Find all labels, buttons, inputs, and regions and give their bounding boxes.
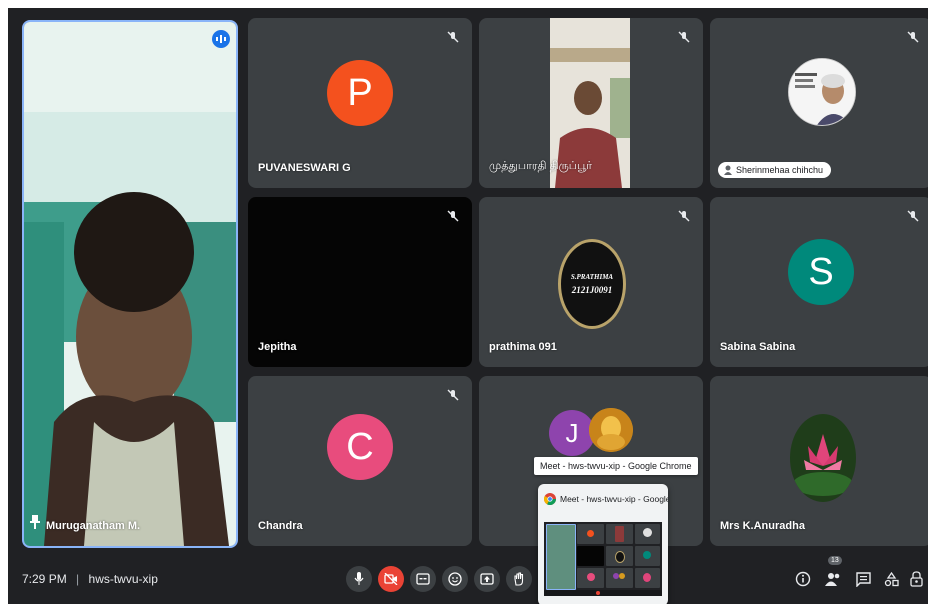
mic-off-icon — [447, 31, 459, 43]
chrome-icon — [543, 492, 556, 506]
microphone-icon — [354, 572, 364, 585]
present-button[interactable] — [474, 566, 500, 592]
info-icon — [795, 571, 811, 587]
mic-off-icon — [678, 210, 690, 222]
chat-button[interactable] — [854, 570, 872, 588]
account-icon — [724, 165, 732, 175]
participant-tile-anuradha[interactable]: Mrs K.Anuradha — [710, 376, 928, 546]
avatar: S — [788, 239, 854, 305]
avatar: C — [327, 414, 393, 480]
meet-window: Muruganatham M. P PUVANESWARI G முத்துபா… — [8, 8, 928, 604]
emoji-icon — [448, 572, 462, 586]
avatar: J — [549, 410, 595, 456]
reactions-button[interactable] — [442, 566, 468, 592]
participant-tile-muthubharathi[interactable]: முத்துபாரதி திருப்பூர் — [479, 18, 703, 188]
avatar: P — [327, 60, 393, 126]
mic-off-icon — [907, 210, 919, 222]
participant-name: Muruganatham M. — [46, 520, 141, 532]
mic-off-icon — [447, 389, 459, 401]
camera-off-button[interactable] — [378, 566, 404, 592]
pin-icon — [30, 515, 40, 534]
participant-count-badge: 13 — [828, 556, 842, 565]
people-button[interactable]: 13 — [824, 556, 842, 588]
participant-tile-sabina[interactable]: S Sabina Sabina — [710, 197, 928, 367]
participant-tile-chandra[interactable]: C Chandra — [248, 376, 472, 546]
meeting-details-button[interactable] — [794, 570, 812, 588]
participant-name: prathima 091 — [489, 341, 557, 353]
name-chip: Sherinmehaa chihchu — [718, 162, 832, 178]
participant-tile-jepitha[interactable]: Jepitha — [248, 197, 472, 367]
profile-photo — [589, 408, 633, 452]
participant-name: Sabina Sabina — [720, 341, 796, 353]
meeting-code: hws-twvu-xip — [88, 572, 158, 586]
host-controls-button[interactable] — [908, 570, 926, 588]
taskbar-window-preview[interactable]: Meet - hws-twvu-xip - Google ... — [538, 484, 668, 604]
activities-icon — [884, 571, 899, 586]
mic-off-icon — [907, 31, 919, 43]
lock-person-icon — [910, 571, 923, 587]
speaker-video — [24, 22, 236, 546]
microphone-button[interactable] — [346, 566, 372, 592]
present-screen-icon — [480, 573, 494, 585]
participant-tile-sherinmehaa[interactable]: Sherinmehaa chihchu — [710, 18, 928, 188]
participant-name: Chandra — [258, 520, 303, 532]
captions-button[interactable] — [410, 566, 436, 592]
badge-line-2: 2121J0091 — [571, 285, 613, 295]
profile-badge: S.PRATHIMA 2121J0091 — [558, 239, 626, 329]
mic-off-icon — [678, 31, 690, 43]
camera-off-icon — [384, 573, 398, 585]
profile-photo — [790, 414, 856, 502]
profile-photo — [788, 58, 856, 126]
participant-tile-muruganatham[interactable]: Muruganatham M. — [22, 20, 238, 548]
separator: | — [76, 572, 80, 586]
people-icon — [825, 573, 840, 586]
window-tooltip: Meet - hws-twvu-xip - Google Chrome — [534, 457, 698, 475]
captions-icon — [416, 573, 430, 585]
participant-name: Mrs K.Anuradha — [720, 520, 805, 532]
preview-thumbnail — [544, 522, 662, 596]
participant-name: Sherinmehaa chihchu — [736, 165, 824, 175]
clock-time: 7:29 PM — [22, 572, 67, 586]
participant-name: Jepitha — [258, 341, 297, 353]
hand-icon — [514, 572, 524, 586]
participant-name: PUVANESWARI G — [258, 162, 351, 174]
activities-button[interactable] — [882, 570, 900, 588]
badge-line-1: S.PRATHIMA — [570, 273, 614, 281]
preview-title: Meet - hws-twvu-xip - Google ... — [560, 494, 668, 504]
speaking-indicator-icon — [212, 30, 230, 48]
chat-icon — [855, 571, 871, 587]
mic-off-icon — [447, 210, 459, 222]
raise-hand-button[interactable] — [506, 566, 532, 592]
meeting-info: 7:29 PM | hws-twvu-xip — [22, 572, 158, 586]
participant-tile-puvaneswari[interactable]: P PUVANESWARI G — [248, 18, 472, 188]
participant-tile-prathima[interactable]: S.PRATHIMA 2121J0091 prathima 091 — [479, 197, 703, 367]
participant-name: முத்துபாரதி திருப்பூர் — [489, 160, 593, 172]
control-bar: 7:29 PM | hws-twvu-xip 13 — [8, 556, 928, 604]
